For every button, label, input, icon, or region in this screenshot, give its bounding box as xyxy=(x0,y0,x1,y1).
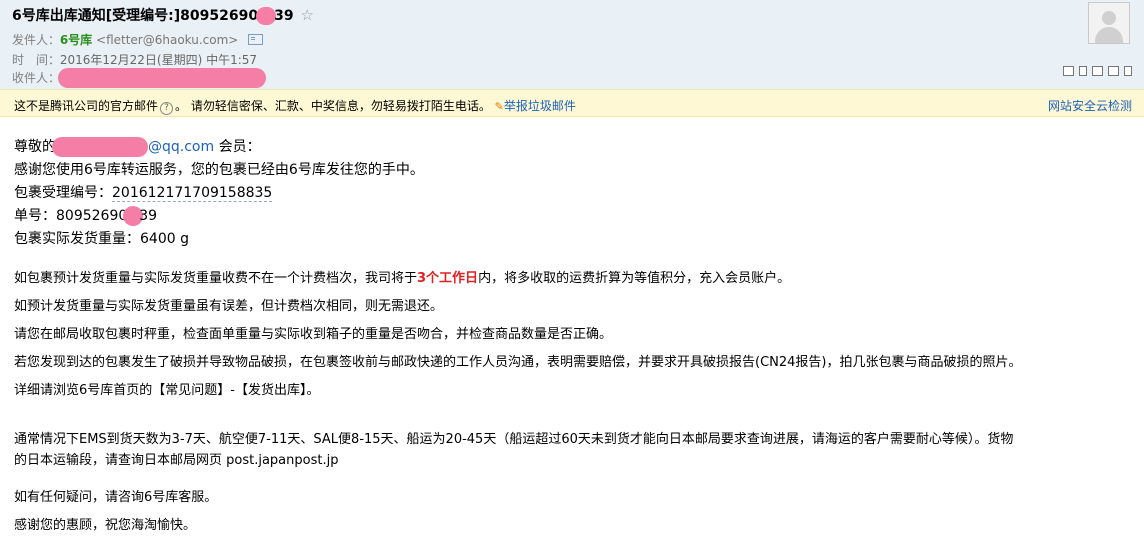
subject-text: 6号库出库通知[受理编号:]80952690 xyxy=(12,8,259,24)
recipient-row: 收件人： xyxy=(12,68,266,88)
greeting: 尊敬的 @qq.com 会员： xyxy=(14,136,261,157)
help-icon[interactable]: ? xyxy=(160,102,174,115)
sender-name[interactable]: 6号库 xyxy=(60,33,92,47)
window-icon[interactable] xyxy=(1108,66,1119,76)
order-number-end: 39 xyxy=(139,208,158,224)
security-warning-bar: 这不是腾讯公司的官方邮件?。 请勿轻信密保、汇款、中奖信息，勿轻易拨打陌生电话。… xyxy=(0,89,1144,117)
redaction-mark xyxy=(57,68,266,88)
greeting-email[interactable]: @qq.com xyxy=(148,139,214,155)
warning-text-2: 。 请勿轻信密保、汇款、中奖信息，勿轻易拨打陌生电话。 xyxy=(175,99,491,113)
redaction-mark xyxy=(52,137,148,157)
toolbar xyxy=(1063,66,1132,78)
more-icon[interactable] xyxy=(1124,66,1132,76)
sender-label: 发件人： xyxy=(12,33,61,47)
report-icon: ✎ xyxy=(494,100,504,113)
order-line: 单号：80952690 39 xyxy=(14,205,157,226)
mail-subject: 6号库出库通知[受理编号:]80952690 39 ☆ xyxy=(12,5,314,25)
avatar-body xyxy=(1095,27,1123,43)
receipt-label: 包裹受理编号： xyxy=(14,185,112,201)
subject-text-end: 39 xyxy=(274,8,294,24)
order-label: 单号： xyxy=(14,208,56,224)
paragraph-8: 感谢您的惠顾，祝您海淘愉快。 xyxy=(14,518,197,533)
sender-row: 发件人： 6号库 <fletter@6haoku.com> xyxy=(12,31,264,48)
warning-text: 这不是腾讯公司的官方邮件?。 请勿轻信密保、汇款、中奖信息，勿轻易拨打陌生电话。… xyxy=(14,97,576,115)
paragraph-6: 通常情况下EMS到货天数为3-7天、航空便7-11天、SAL便8-15天、船运为… xyxy=(14,432,1014,447)
receipt-line: 包裹受理编号：201612171709158835 xyxy=(14,182,273,202)
report-spam-link[interactable]: 举报垃圾邮件 xyxy=(504,99,576,113)
print-icon[interactable] xyxy=(1092,66,1103,76)
paragraph-1-c: 内，将多收取的运费折算为等值积分，充入会员账户。 xyxy=(478,271,791,286)
time-label: 时 间： xyxy=(12,53,61,67)
paragraph-4: 若您发现到达的包裹发生了破损并导致物品破损，在包裹签收前与邮政快递的工作人员沟通… xyxy=(14,355,1022,370)
avatar[interactable] xyxy=(1088,2,1130,44)
paragraph-1: 如包裹预计发货重量与实际发货重量收费不在一个计费档次，我司将于3个工作日内，将多… xyxy=(14,267,790,286)
paragraph-5: 详细请浏览6号库首页的【常见问题】-【发货出库】。 xyxy=(14,383,320,398)
paragraph-2: 如预计发货重量与实际发货重量虽有误差，但计费档次相同，则无需退还。 xyxy=(14,299,444,314)
receipt-number: 201612171709158835 xyxy=(112,185,273,202)
new-window-icon[interactable] xyxy=(1063,66,1074,76)
avatar-head xyxy=(1102,11,1116,25)
sender-address: <fletter@6haoku.com> xyxy=(96,33,239,47)
warning-text-1: 这不是腾讯公司的官方邮件 xyxy=(14,99,159,113)
paragraph-7: 如有任何疑问，请咨询6号库客服。 xyxy=(14,490,218,505)
greeting-prefix: 尊敬的 xyxy=(14,139,56,155)
print-preview-icon[interactable] xyxy=(1079,66,1087,76)
paragraph-3: 请您在邮局收取包裹时秤重，检查面单重量与实际收到箱子的重量是否吻合，并检查商品数… xyxy=(14,327,613,342)
mail-header: 6号库出库通知[受理编号:]80952690 39 ☆ 发件人： 6号库 <fle… xyxy=(0,0,1144,89)
paragraph-1-a: 如包裹预计发货重量与实际发货重量收费不在一个计费档次，我司将于 xyxy=(14,271,418,286)
cloud-check-link[interactable]: 网站安全云检测 xyxy=(1048,97,1132,114)
recipient-label: 收件人： xyxy=(12,70,61,85)
order-number: 80952690 xyxy=(56,208,128,224)
highlight-days: 3个工作日 xyxy=(417,271,479,286)
time-row: 时 间： 2016年12月22日(星期四) 中午1:57 xyxy=(12,51,257,68)
vcard-icon[interactable] xyxy=(248,34,264,45)
weight-line: 包裹实际发货重量：6400 g xyxy=(14,231,189,247)
thanks-line: 感谢您使用6号库转运服务，您的包裹已经由6号库发往您的手中。 xyxy=(14,162,424,178)
paragraph-6-cont: 的日本运输段，请查询日本邮局网页 post.japanpost.jp xyxy=(14,453,339,468)
star-icon[interactable]: ☆ xyxy=(300,6,313,24)
greeting-suffix: 会员： xyxy=(214,139,261,155)
time-value: 2016年12月22日(星期四) 中午1:57 xyxy=(59,53,258,67)
